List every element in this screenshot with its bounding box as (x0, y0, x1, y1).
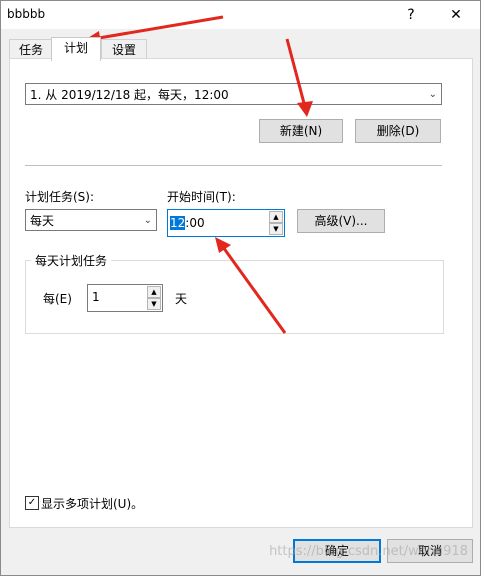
show-multiple-label: 显示多项计划(U)。 (41, 497, 144, 511)
start-time-hour[interactable]: 12 (170, 216, 186, 230)
schedule-select-value: 1. 从 2019/12/18 起，每天，12:00 (30, 88, 229, 102)
close-button[interactable]: ✕ (441, 3, 471, 27)
help-button[interactable]: ? (396, 3, 426, 27)
every-label: 每(E) (43, 292, 72, 306)
every-days-field[interactable]: 1 ▲ ▼ (87, 284, 163, 312)
days-unit-label: 天 (175, 292, 188, 306)
start-time-spinner[interactable]: ▲ ▼ (269, 211, 283, 235)
show-multiple-checkbox[interactable]: ✓ (25, 496, 39, 510)
spin-up-icon[interactable]: ▲ (147, 286, 161, 298)
every-days-value[interactable]: 1 (92, 290, 100, 304)
chevron-down-icon: ⌄ (143, 215, 152, 226)
schedule-select[interactable]: 1. 从 2019/12/18 起，每天，12:00 ⌄ (25, 83, 442, 105)
divider (25, 165, 442, 166)
title-bar: bbbbb ? ✕ (1, 1, 480, 29)
task-type-label: 计划任务(S): (25, 190, 95, 204)
watermark: https://blog.csdn.net/wohu918 (269, 544, 468, 559)
chevron-down-icon: ⌄ (428, 89, 437, 100)
dialog-window: bbbbb ? ✕ 任务 计划 设置 1. 从 2019/12/18 起，每天，… (0, 0, 481, 576)
start-time-minutes[interactable]: :00 (185, 216, 204, 230)
tab-task[interactable]: 任务 (9, 39, 53, 60)
spin-down-icon[interactable]: ▼ (147, 298, 161, 310)
task-type-value: 每天 (30, 214, 55, 228)
window-title: bbbbb (7, 7, 46, 21)
every-days-spinner[interactable]: ▲ ▼ (147, 286, 161, 310)
tab-settings[interactable]: 设置 (101, 39, 147, 60)
delete-button[interactable]: 删除(D) (355, 119, 441, 143)
advanced-button[interactable]: 高级(V)... (297, 209, 385, 233)
task-type-select[interactable]: 每天 ⌄ (25, 209, 157, 231)
spin-down-icon[interactable]: ▼ (269, 223, 283, 235)
new-button[interactable]: 新建(N) (259, 119, 343, 143)
spin-up-icon[interactable]: ▲ (269, 211, 283, 223)
daily-group-title: 每天计划任务 (31, 252, 112, 269)
start-time-label: 开始时间(T): (167, 190, 236, 204)
start-time-field[interactable]: 12:00 ▲ ▼ (167, 209, 285, 237)
tab-schedule[interactable]: 计划 (51, 37, 101, 61)
